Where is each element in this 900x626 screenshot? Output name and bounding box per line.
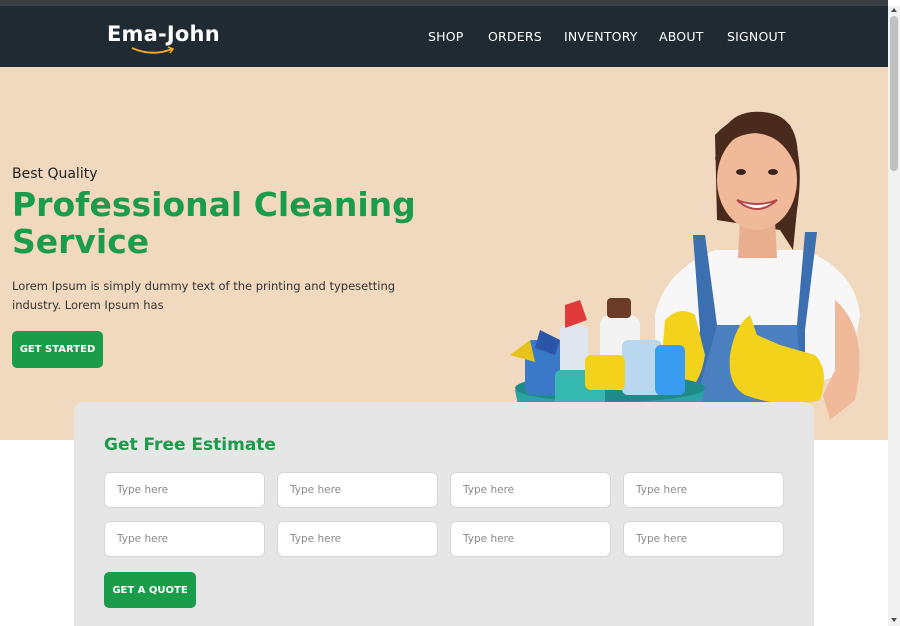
estimate-field-8[interactable] xyxy=(623,521,784,557)
hero-title: Professional Cleaning Service xyxy=(12,185,416,261)
navbar: Ema-John SHOP ORDERS INVENTORY ABOUT SIG… xyxy=(0,6,888,67)
get-a-quote-button[interactable]: GET A QUOTE xyxy=(104,572,196,608)
brand-logo[interactable]: Ema-John xyxy=(107,22,220,46)
hero-kicker: Best Quality xyxy=(12,166,98,182)
hero-description: Lorem Ipsum is simply dummy text of the … xyxy=(12,279,396,312)
nav-inventory[interactable]: INVENTORY xyxy=(564,29,638,44)
smile-arrow-icon xyxy=(131,46,175,54)
estimate-title: Get Free Estimate xyxy=(104,435,276,455)
scrollbar-thumb[interactable] xyxy=(890,16,898,171)
estimate-field-5[interactable] xyxy=(104,521,265,557)
page-scrollbar[interactable] xyxy=(888,6,900,626)
scroll-down-arrow-icon[interactable] xyxy=(891,618,897,622)
get-started-button[interactable]: GET STARTED xyxy=(12,331,103,368)
estimate-field-1[interactable] xyxy=(104,472,265,508)
estimate-field-7[interactable] xyxy=(450,521,611,557)
scroll-up-arrow-icon[interactable] xyxy=(891,8,897,12)
hero-section: Best Quality Professional Cleaning Servi… xyxy=(0,67,888,440)
estimate-card: Get Free Estimate GET A QUOTE xyxy=(74,402,814,626)
nav-orders[interactable]: ORDERS xyxy=(488,29,542,44)
estimate-field-4[interactable] xyxy=(623,472,784,508)
estimate-field-6[interactable] xyxy=(277,521,438,557)
cleaning-woman-image xyxy=(510,111,860,440)
nav-shop[interactable]: SHOP xyxy=(428,29,464,44)
estimate-field-2[interactable] xyxy=(277,472,438,508)
estimate-field-3[interactable] xyxy=(450,472,611,508)
nav-about[interactable]: ABOUT xyxy=(659,29,704,44)
nav-signout[interactable]: SIGNOUT xyxy=(727,29,786,44)
